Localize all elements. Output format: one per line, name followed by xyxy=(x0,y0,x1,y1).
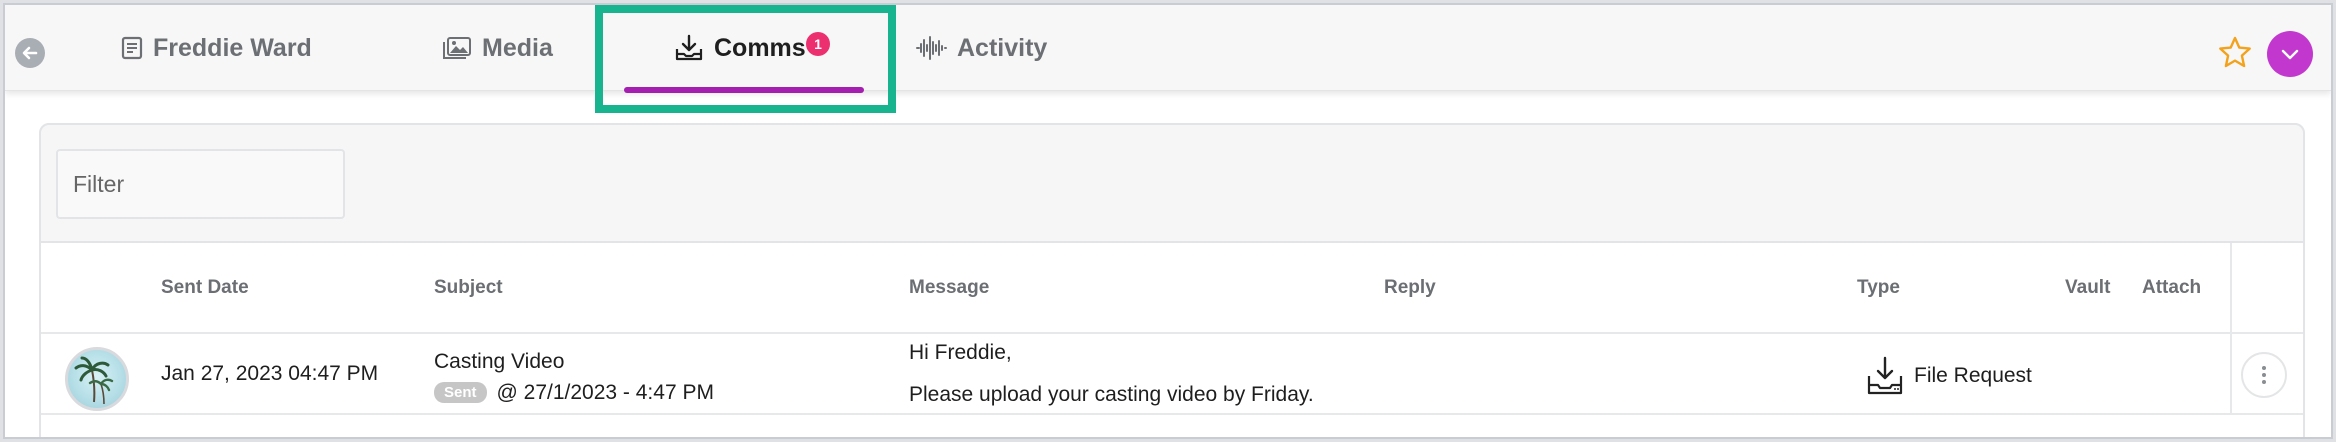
type-label: File Request xyxy=(1914,364,2032,387)
subject-status: Sent @ 27/1/2023 - 4:47 PM xyxy=(434,381,714,405)
tab-profile[interactable]: Freddie Ward xyxy=(121,5,312,91)
tab-bar: Freddie Ward Media Comms 1 Activity xyxy=(5,5,2331,93)
app-window: Freddie Ward Media Comms 1 Activity Filt… xyxy=(3,3,2333,439)
column-header-reply[interactable]: Reply xyxy=(1384,243,1436,332)
status-badge: Sent xyxy=(434,382,487,403)
column-header-attach[interactable]: Attach xyxy=(2142,243,2201,332)
status-time: @ 27/1/2023 - 4:47 PM xyxy=(496,381,714,404)
active-tab-indicator xyxy=(624,87,864,93)
user-menu-button[interactable] xyxy=(2267,31,2313,77)
tab-activity[interactable]: Activity xyxy=(915,5,1047,91)
message-line-2: Please upload your casting video by Frid… xyxy=(909,383,1314,406)
tab-comms[interactable]: Comms xyxy=(674,5,806,91)
arrow-left-icon xyxy=(22,46,38,60)
column-header-subject[interactable]: Subject xyxy=(434,243,503,332)
tab-label: Freddie Ward xyxy=(153,33,312,62)
waveform-icon xyxy=(915,35,947,61)
images-icon xyxy=(442,36,472,60)
file-request-icon xyxy=(1867,356,1903,395)
column-header-message[interactable]: Message xyxy=(909,243,989,332)
more-vertical-icon xyxy=(2262,366,2266,384)
row-actions-button[interactable] xyxy=(2241,352,2287,398)
tab-label: Media xyxy=(482,33,553,62)
profile-icon xyxy=(121,36,143,60)
inbox-download-icon xyxy=(674,34,704,62)
column-divider xyxy=(2230,243,2232,413)
row-divider xyxy=(41,413,2303,415)
tab-label: Comms xyxy=(714,33,806,62)
palm-tree-image xyxy=(74,356,114,405)
tab-media[interactable]: Media xyxy=(442,5,553,91)
tab-label: Activity xyxy=(957,33,1048,62)
chevron-down-icon xyxy=(2281,49,2299,60)
sent-date: Jan 27, 2023 04:47 PM xyxy=(161,362,379,385)
filter-input[interactable] xyxy=(56,149,345,219)
header-divider xyxy=(41,332,2303,334)
subject-title: Casting Video xyxy=(434,350,565,373)
column-header-type[interactable]: Type xyxy=(1857,243,1900,332)
back-button[interactable] xyxy=(15,38,45,68)
star-icon[interactable] xyxy=(2217,35,2253,71)
comms-panel: Sent Date Subject Message Reply Type Vau… xyxy=(39,123,2305,437)
column-header-sent-date[interactable]: Sent Date xyxy=(161,243,249,332)
avatar xyxy=(65,347,129,411)
comms-table: Sent Date Subject Message Reply Type Vau… xyxy=(41,243,2303,437)
message-line-1: Hi Freddie, xyxy=(909,341,1012,364)
filter-bar xyxy=(41,125,2303,243)
column-header-vault[interactable]: Vault xyxy=(2065,243,2110,332)
notification-badge: 1 xyxy=(806,32,830,56)
